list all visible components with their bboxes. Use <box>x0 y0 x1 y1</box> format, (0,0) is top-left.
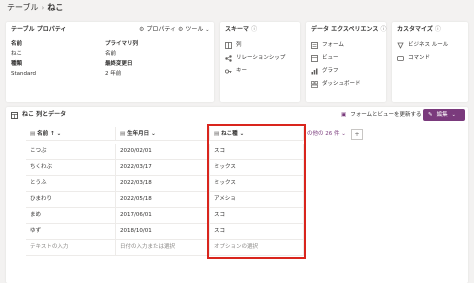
add-column-button[interactable]: + <box>351 129 363 140</box>
pencil-icon: ✎ <box>428 111 433 118</box>
table-row-1-name[interactable]: ちくわぶ <box>26 160 116 176</box>
schema-item-columns[interactable]: 列 <box>225 42 242 49</box>
new-row-name-input[interactable]: テキストの入力 <box>26 240 116 256</box>
table-row-4-name[interactable]: まめ <box>26 208 116 224</box>
table-row-3-name[interactable]: ひまわり <box>26 192 116 208</box>
breadcrumb-parent[interactable]: テーブル <box>7 3 39 12</box>
customize-item-commands[interactable]: コマンド <box>397 55 430 62</box>
data-experience-title: データ エクスペリエンス ⓘ <box>311 26 387 33</box>
schema-title: スキーマ ⓘ <box>225 26 258 33</box>
update-forms-views-link[interactable]: ▣ フォームとビューを更新する <box>341 112 422 119</box>
table-row-0-birthdate[interactable]: 2020/02/01 <box>116 144 210 160</box>
chevron-down-icon: ⌄ <box>451 111 456 118</box>
update-icon: ▣ <box>341 112 347 118</box>
info-icon: ⓘ <box>434 26 441 33</box>
command-icon <box>397 55 404 62</box>
tools-button[interactable]: ⚙ ツール ⌄ <box>178 26 209 34</box>
relationship-icon <box>225 55 232 62</box>
data-experience-item-forms[interactable]: フォーム <box>311 42 344 49</box>
data-experience-item-dashboards[interactable]: ダッシュボード <box>311 81 361 88</box>
chevron-down-icon: ⌄ <box>151 131 156 137</box>
schema-card: スキーマ ⓘ 列 リレーションシップ キー <box>220 22 300 102</box>
tools-icon: ⚙ <box>178 26 184 33</box>
property-value-last-modified: 2 年前 <box>105 71 122 77</box>
breadcrumb-separator: › <box>41 4 45 12</box>
property-label-last-modified: 最終変更日 <box>105 61 133 67</box>
property-value-primary-column: 名前 <box>105 51 117 57</box>
more-columns-button[interactable]: の他の 26 件 ⌄ <box>307 131 346 138</box>
table-properties-card: テーブル プロパティ ⚙ プロパティ ⚙ ツール ⌄ 名前 ねこ 種類 Stan… <box>6 22 214 102</box>
customize-title: カスタマイズ ⓘ <box>397 26 441 33</box>
data-experience-item-views[interactable]: ビュー <box>311 55 339 62</box>
column-icon <box>225 42 232 49</box>
business-rule-icon <box>397 42 404 49</box>
edit-button[interactable]: ✎ 編集 ⌄ <box>423 109 465 121</box>
properties-button[interactable]: ⚙ プロパティ <box>139 26 176 34</box>
schema-item-keys[interactable]: キー <box>224 68 247 75</box>
data-experience-card: データ エクスペリエンス ⓘ フォーム ビュー グラフ ダッシュボード <box>306 22 386 102</box>
chart-icon <box>311 68 318 75</box>
sort-ascending-icon: ↑ <box>50 131 55 137</box>
property-label-primary-column: プライマリ列 <box>105 41 139 47</box>
table-row-2-name[interactable]: とうふ <box>26 176 116 192</box>
customize-card: カスタマイズ ⓘ ビジネス ルール コマンド <box>392 22 468 102</box>
table-properties-title: テーブル プロパティ <box>11 26 67 33</box>
column-header-birthdate[interactable]: ▤ 生年月日 ⌄ <box>116 127 210 141</box>
chevron-down-icon: ⌄ <box>56 131 62 137</box>
column-type-icon: ▤ <box>120 131 126 137</box>
schema-item-relationships[interactable]: リレーションシップ <box>225 55 285 62</box>
customize-item-business-rules[interactable]: ビジネス ルール <box>397 42 448 49</box>
columns-data-title: ねこ 列とデータ <box>11 111 66 119</box>
table-row-5-birthdate[interactable]: 2018/10/01 <box>116 224 210 240</box>
table-row-2-birthdate[interactable]: 2022/03/18 <box>116 176 210 192</box>
property-value-name: ねこ <box>11 51 23 57</box>
column-type-icon: ▤ <box>30 131 36 137</box>
gear-icon: ⚙ <box>139 26 145 33</box>
data-experience-item-charts[interactable]: グラフ <box>311 68 339 75</box>
form-icon <box>311 42 318 49</box>
view-icon <box>311 55 318 62</box>
property-label-type: 種類 <box>11 61 23 67</box>
info-icon: ⓘ <box>380 26 387 33</box>
property-label-name: 名前 <box>11 41 23 47</box>
table-row-1-birthdate[interactable]: 2022/03/17 <box>116 160 210 176</box>
chevron-down-icon: ⌄ <box>341 131 346 137</box>
property-value-type: Standard <box>11 71 37 77</box>
breadcrumb-current: ねこ <box>47 3 64 12</box>
table-row-4-birthdate[interactable]: 2017/06/01 <box>116 208 210 224</box>
dashboard-icon <box>311 81 318 88</box>
table-icon <box>11 111 18 119</box>
table-row-3-birthdate[interactable]: 2022/05/18 <box>116 192 210 208</box>
info-icon: ⓘ <box>251 26 258 33</box>
new-row-birthdate-input[interactable]: 日付の入力または選択 <box>116 240 210 256</box>
breadcrumb: テーブル › ねこ <box>7 3 63 13</box>
chevron-down-icon: ⌄ <box>205 27 210 33</box>
table-row-5-name[interactable]: ゆず <box>26 224 116 240</box>
highlight-annotation <box>207 124 306 259</box>
key-icon <box>224 68 232 75</box>
column-header-name[interactable]: ▤ 名前 ↑ ⌄ <box>26 127 116 141</box>
table-row-0-name[interactable]: こつぶ <box>26 144 116 160</box>
